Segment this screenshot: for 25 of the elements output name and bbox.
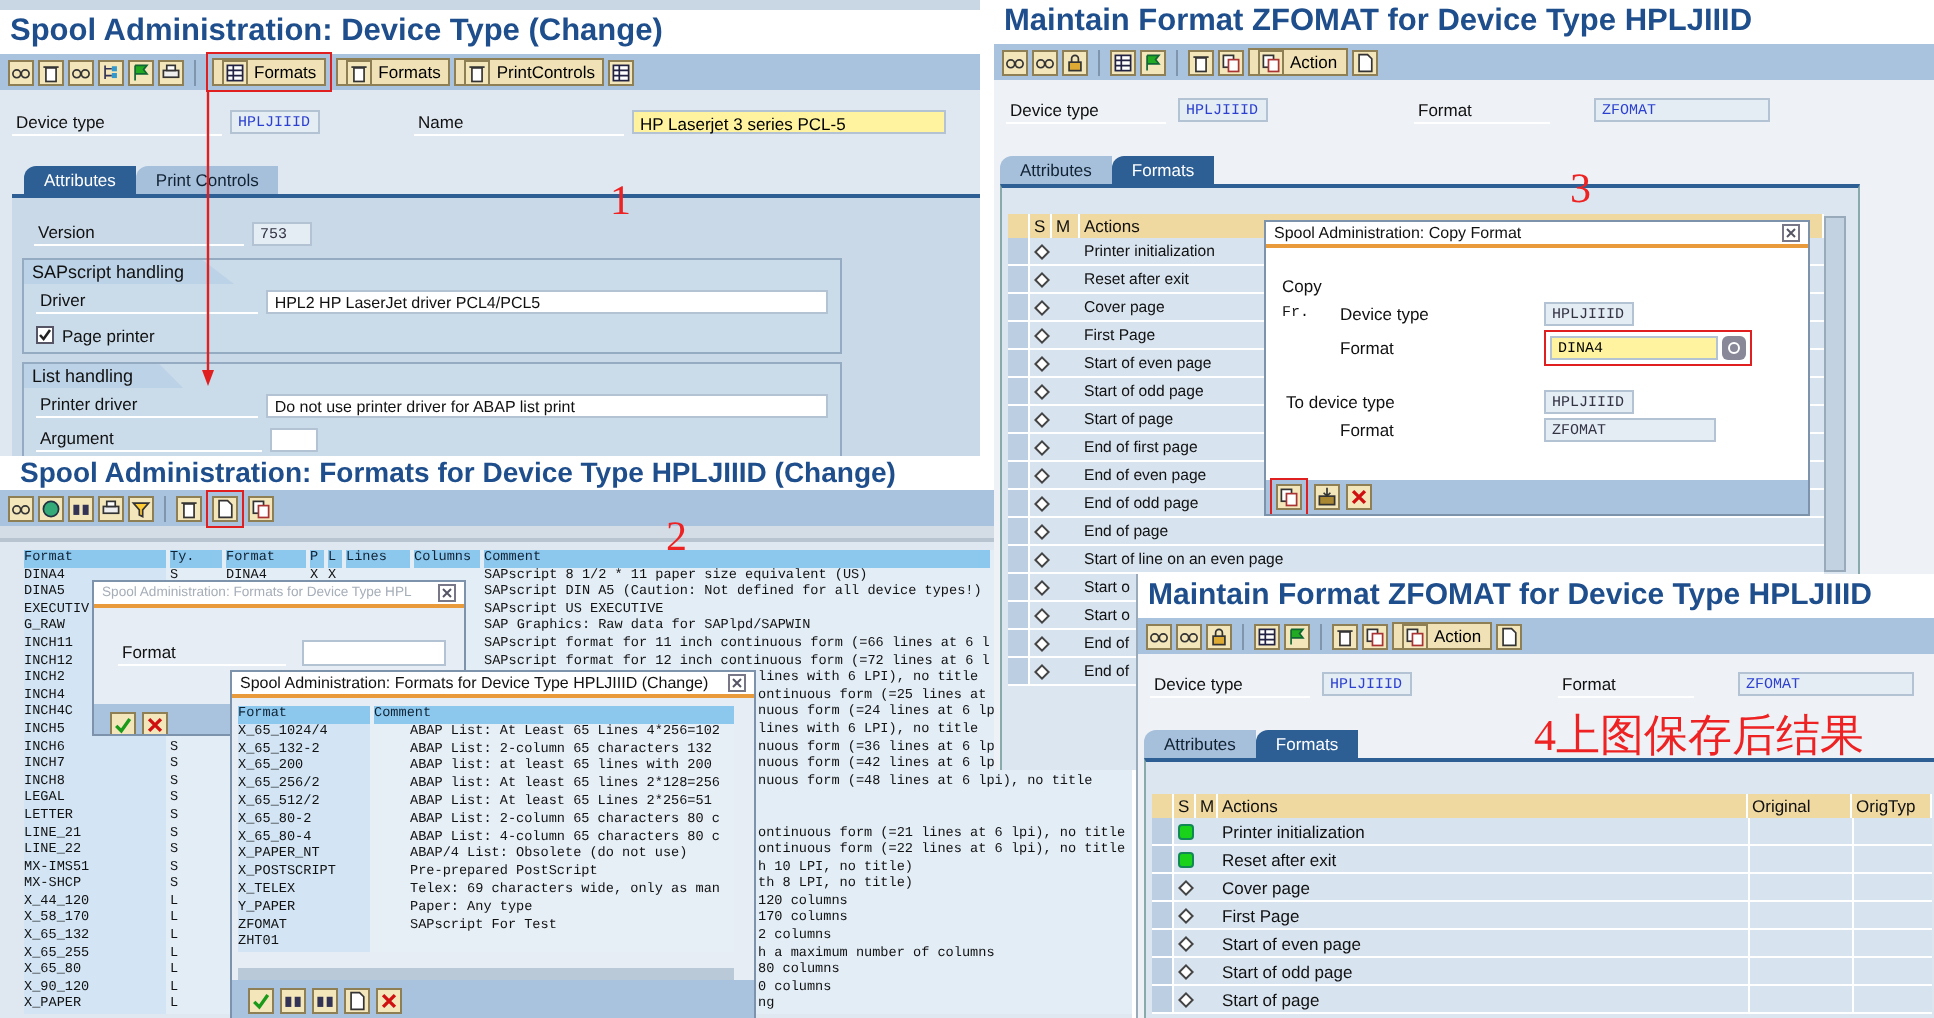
field-label: Device type: [12, 109, 222, 135]
section-label: Copy: [1282, 276, 1322, 296]
screen-title: Spool Administration: Device Type (Change): [0, 10, 980, 54]
field-label: Device type: [1006, 97, 1166, 123]
field-label: Device type: [1150, 671, 1310, 697]
annotation-text: 4上图保存后结果: [1534, 714, 1864, 756]
field-label: Format: [118, 639, 286, 665]
field-label: Format: [1336, 417, 1544, 443]
field-label: Format: [1414, 97, 1550, 123]
checkbox-label: Page printer: [62, 325, 155, 345]
screen-title: Maintain Format ZFOMAT for Device Type HPLJIIID: [1138, 574, 1934, 618]
group-title: List handling: [24, 364, 184, 388]
field-label: Name: [414, 109, 624, 135]
field-label: Argument: [36, 426, 262, 452]
group-title: SAPscript handling: [24, 260, 235, 284]
screen-title: Maintain Format ZFOMAT for Device Type HPLJIIID: [994, 0, 1934, 44]
field-label: Driver: [36, 288, 259, 314]
field-label: Version: [34, 220, 244, 246]
field-label: Format: [1336, 335, 1544, 361]
field-label: To device type: [1282, 389, 1544, 415]
dialog-title: Spool Administration: Copy Format: [1274, 224, 1522, 242]
field-label: Device type: [1336, 301, 1544, 327]
field-label: Printer driver: [36, 392, 259, 418]
field-label: Format: [1558, 671, 1694, 697]
dialog-title: Spool Administration: Formats for Device Type HPLJIIID (Change): [240, 674, 709, 692]
